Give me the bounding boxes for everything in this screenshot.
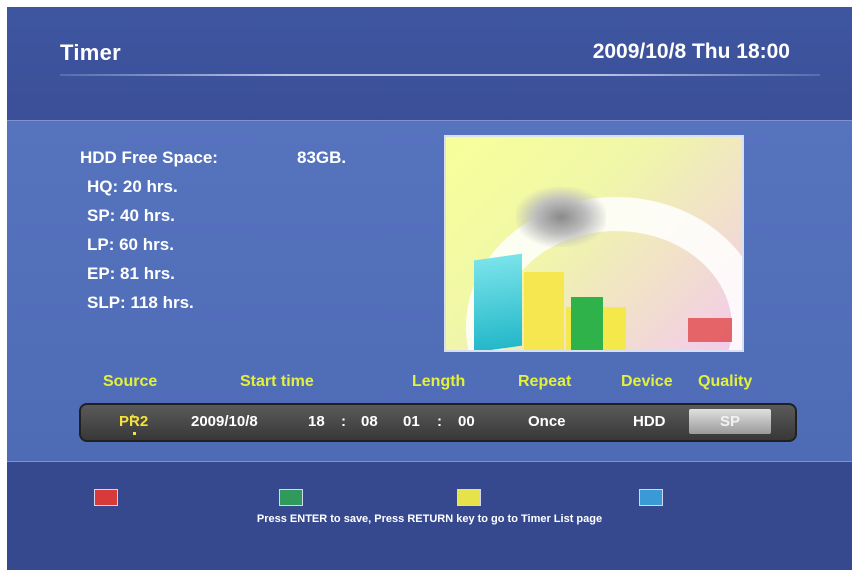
start-hour-field[interactable]: 18 — [308, 413, 325, 430]
cursor-down-icon — [133, 432, 136, 435]
green-key-icon[interactable] — [279, 489, 303, 506]
column-device: Device — [621, 373, 673, 390]
source-field[interactable]: PR2 — [119, 413, 148, 430]
column-start-time: Start time — [240, 373, 314, 390]
record-time-sp: SP: 40 hrs. — [87, 206, 175, 225]
hdd-free-space-row: HDD Free Space: 83GB. — [80, 143, 346, 172]
record-time-slp: SLP: 118 hrs. — [87, 293, 194, 312]
column-quality: Quality — [698, 373, 753, 390]
start-minute-field[interactable]: 08 — [361, 413, 378, 430]
column-length: Length — [412, 373, 466, 390]
video-preview — [444, 135, 744, 352]
record-time-lp: LP: 60 hrs. — [87, 235, 174, 254]
hdd-free-space-value: 83GB. — [297, 148, 347, 167]
device-field[interactable]: HDD — [633, 413, 666, 430]
footer-instruction: Press ENTER to save, Press RETURN key to… — [256, 513, 603, 525]
length-separator: : — [437, 413, 442, 430]
start-time-separator: : — [341, 413, 346, 430]
channel-logo-image — [688, 318, 732, 342]
start-date-field[interactable]: 2009/10/8 — [191, 413, 258, 430]
tv-screen: Timer 2009/10/8 Thu 18:00 HDD Free Space… — [7, 7, 852, 570]
footer-bar: Press ENTER to save, Press RETURN key to… — [7, 462, 852, 570]
page-title: Timer — [60, 40, 122, 65]
red-key-icon[interactable] — [94, 489, 118, 506]
quality-field[interactable]: SP — [689, 409, 771, 434]
record-time-hq: HQ: 20 hrs. — [87, 177, 178, 196]
column-repeat: Repeat — [518, 373, 572, 390]
repeat-field[interactable]: Once — [528, 413, 566, 430]
hdd-free-space-label: HDD Free Space: — [80, 148, 218, 167]
quality-value: SP — [719, 413, 740, 430]
hdd-space-info: HDD Free Space: 83GB. HQ: 20 hrs. SP: 40… — [80, 143, 346, 317]
blue-key-icon[interactable] — [639, 489, 663, 506]
column-source: Source — [103, 373, 158, 390]
length-minute-field[interactable]: 00 — [458, 413, 475, 430]
yellow-key-icon[interactable] — [457, 489, 481, 506]
current-datetime: 2009/10/8 Thu 18:00 — [592, 40, 790, 63]
timer-entry-row[interactable]: ^ PR2 2009/10/8 18 : 08 01 : 00 Once HDD… — [79, 403, 797, 442]
record-time-ep: EP: 81 hrs. — [87, 264, 175, 283]
length-hour-field[interactable]: 01 — [403, 413, 420, 430]
header-bar: Timer 2009/10/8 Thu 18:00 — [7, 7, 852, 120]
header-divider — [60, 74, 820, 76]
